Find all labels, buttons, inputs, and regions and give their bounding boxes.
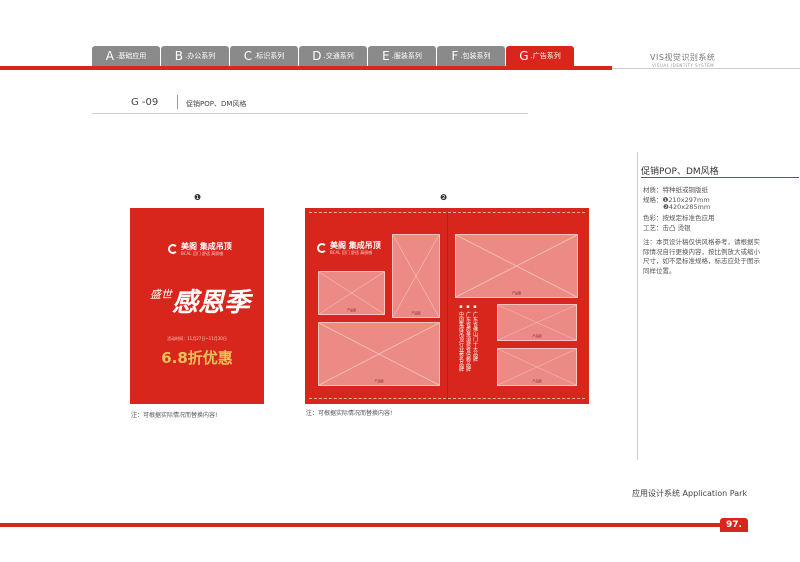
logo-name: 美阁 集成吊顶 [330,241,381,250]
section-title: 促销POP、DM风格 [186,100,247,108]
section-tabs: A .基础应用 B .办公系列 C .标识系列 D .交通系列 E .服装系列 F .包装系… [92,46,574,66]
image-placeholder: 产品图 [497,304,577,341]
tab-letter: A [105,49,114,63]
tab-letter: G [519,49,529,63]
section-rule [92,113,528,114]
spread-logo: 美阁 集成吊顶 BCAL 回门 舒适 高质感 [317,241,381,255]
tab-label: .服装系列 [391,52,422,60]
spec-material: 材质：特种纸或铜版纸 [643,186,708,194]
tab-letter: B [174,49,183,63]
image-placeholder: 产品图 [318,322,440,386]
item1-note: 注：可根据实际情况而替换内容! [131,412,218,419]
image-placeholder: 产品图 [455,234,578,298]
item1-number: ❶ [194,193,202,202]
right-panel-divider [637,152,638,460]
tab-g[interactable]: G .广告系列 [506,46,574,66]
logo-tagline: BCAL 回门 舒适 高质感 [181,251,224,256]
logo-tagline: BCAL 回门 舒适 高质感 [330,250,373,255]
tab-d[interactable]: D .交通系列 [299,46,367,66]
tab-label: .基础应用 [115,52,147,60]
image-caption: 产品图 [346,308,356,312]
tab-letter: F [451,49,459,63]
logo-mark-icon [317,243,327,253]
image-caption: 产品图 [511,291,521,295]
poster-logo: 美阁 集成吊顶 BCAL 回门 舒适 高质感 [168,242,232,256]
footer-label: 应用设计系统 Application Park [632,489,748,498]
promo-date: 活动时间：11月27日~11月30日 [167,336,227,341]
header-rule-thin [612,68,800,69]
spec-process: 工艺：击凸 烫银 [643,224,691,232]
fold-line [447,212,448,400]
header-rule [0,66,612,70]
image-placeholder: 产品图 [318,271,385,315]
vis-title: VIS视觉识别系统 [650,53,716,62]
vis-subtitle: VISUAL IDENTITY SYSTEM [652,63,715,68]
spec-size-label: 规格： [643,196,663,204]
bullet-item: ▪ 中国集成吊顶行业著名品牌 [458,304,464,372]
item2-note: 注：可根据实际情况而替换内容! [306,410,393,417]
tab-letter: C [243,49,253,63]
tab-label: .包装系列 [460,52,491,60]
promo-price: 6.8折优惠 [161,349,233,367]
poster-single: 美阁 集成吊顶 BCAL 回门 舒适 高质感 盛世 感恩季 活动时间：11月27… [130,208,264,404]
slogan-big: 感恩季 [172,288,251,318]
image-caption: 产品图 [374,379,384,383]
right-panel-title: 促销POP、DM风格 [641,167,719,177]
tab-label: .标识系列 [254,52,285,60]
spec-size-2: ❷420x285mm [663,203,711,211]
logo-name: 美阁 集成吊顶 [181,242,232,251]
logo-mark-icon [168,244,178,254]
slogan-small: 盛世 [150,288,172,301]
item2-number: ❷ [440,193,448,202]
tab-f[interactable]: F .包装系列 [437,46,505,66]
bullet-item: ▪ 广东省佛山门十大品牌 [472,304,478,362]
footer-rule [0,523,737,527]
bullet-item: ▪ 广东省质量消费者信赖品牌 [465,304,471,372]
image-placeholder: 产品图 [497,348,577,386]
bullet-list: ▪ 广东省佛山门十大品牌 ▪ 广东省质量消费者信赖品牌 ▪ 中国集成吊顶行业著名… [457,304,478,372]
tab-label: .办公系列 [185,52,216,60]
page-number: 97. [720,518,748,532]
tab-label: .交通系列 [323,52,354,60]
tab-c[interactable]: C .标识系列 [230,46,298,66]
section-divider [177,95,178,109]
image-placeholder: 产品图 [392,234,440,318]
dm-spread: 美阁 集成吊顶 BCAL 回门 舒适 高质感 产品图 产品图 产品图 产品图 ▪… [305,208,589,404]
spec-color: 色彩：按规定标准色应用 [643,214,715,222]
tab-letter: E [382,49,390,63]
right-panel-note: 注：本页设计稿仅供风格参考，请根据实际情况自行更换内容，按比例放大或缩小尺寸，如… [643,238,760,275]
tab-e[interactable]: E .服装系列 [368,46,436,66]
tab-label: .广告系列 [530,52,561,60]
image-caption: 产品图 [411,311,421,315]
tab-a[interactable]: A .基础应用 [92,46,160,66]
image-caption: 产品图 [532,334,542,338]
image-caption: 产品图 [532,379,542,383]
tab-letter: D [312,49,322,63]
right-panel-rule [641,177,799,178]
section-code: G -09 [131,97,159,108]
tab-b[interactable]: B .办公系列 [161,46,229,66]
